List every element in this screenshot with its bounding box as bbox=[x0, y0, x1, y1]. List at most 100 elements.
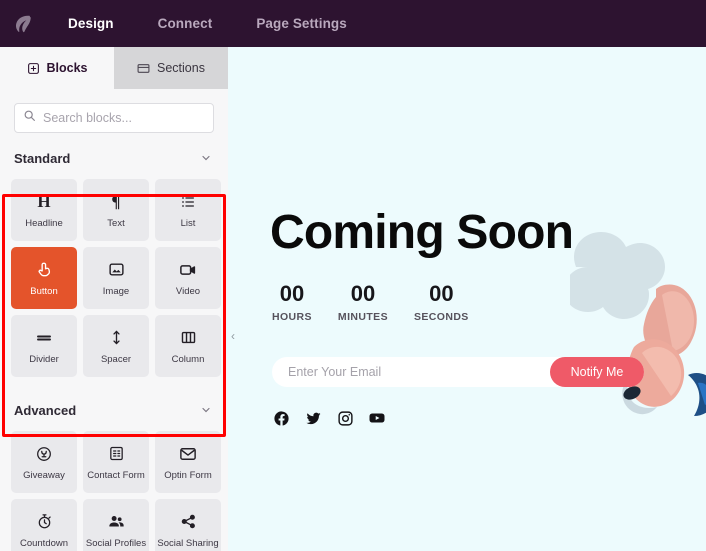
countdown-label-hours: HOURS bbox=[272, 311, 312, 323]
block-label-countdown: Countdown bbox=[19, 537, 69, 549]
block-tile-social-profiles[interactable]: Social Profiles bbox=[83, 499, 149, 551]
block-tile-contact-form[interactable]: Contact Form bbox=[83, 431, 149, 493]
columns-icon bbox=[180, 327, 197, 349]
block-label-text: Text bbox=[107, 217, 125, 229]
left-panel: Blocks Sections Search blocks... Standar… bbox=[0, 47, 228, 551]
block-tile-giveaway[interactable]: Giveaway bbox=[11, 431, 77, 493]
topnav-item-design[interactable]: Design bbox=[46, 0, 136, 47]
standard-blocks-group: Standard H Headline ¶ Text List Button I… bbox=[0, 143, 228, 377]
countdown-value-seconds: 00 bbox=[429, 281, 454, 306]
paragraph-icon: ¶ bbox=[111, 191, 121, 211]
people-icon bbox=[107, 511, 126, 533]
block-tile-headline[interactable]: H Headline bbox=[11, 179, 77, 241]
twitter-icon[interactable] bbox=[304, 409, 322, 427]
topnav-item-page-settings[interactable]: Page Settings bbox=[234, 0, 369, 47]
block-label-social-sharing: Social Sharing bbox=[157, 537, 219, 549]
clipboard-form-icon bbox=[108, 443, 125, 465]
block-label-image: Image bbox=[102, 285, 130, 297]
group-header-advanced[interactable]: Advanced bbox=[0, 395, 228, 425]
tab-sections[interactable]: Sections bbox=[114, 47, 228, 89]
block-tile-optin-form[interactable]: Optin Form bbox=[155, 431, 221, 493]
trophy-icon bbox=[35, 443, 53, 465]
page-preview-canvas: Coming Soon 00 HOURS 00 MINUTES 00 SECON… bbox=[228, 47, 706, 551]
countdown-unit-minutes: 00 MINUTES bbox=[337, 281, 388, 324]
block-label-video: Video bbox=[175, 285, 201, 297]
group-title-standard: Standard bbox=[14, 150, 71, 166]
block-tile-social-sharing[interactable]: Social Sharing bbox=[155, 499, 221, 551]
block-tile-countdown[interactable]: Countdown bbox=[11, 499, 77, 551]
pointer-hand-icon bbox=[36, 259, 53, 281]
topnav-item-connect[interactable]: Connect bbox=[136, 0, 235, 47]
chevron-down-icon[interactable] bbox=[200, 404, 212, 416]
search-input[interactable] bbox=[43, 111, 205, 125]
search-blocks-wrap bbox=[14, 103, 214, 133]
block-tile-video[interactable]: Video bbox=[155, 247, 221, 309]
countdown-label-minutes: MINUTES bbox=[337, 311, 388, 323]
panel-collapse-handle[interactable]: ‹ bbox=[226, 318, 240, 354]
optin-form: Notify Me bbox=[272, 357, 644, 387]
youtube-icon[interactable] bbox=[368, 409, 386, 427]
search-blocks-box[interactable] bbox=[14, 103, 214, 133]
list-icon bbox=[180, 191, 196, 213]
block-tile-button[interactable]: Button bbox=[11, 247, 77, 309]
block-label-social-profiles: Social Profiles bbox=[85, 537, 147, 549]
block-tile-list[interactable]: List bbox=[155, 179, 221, 241]
share-icon bbox=[180, 511, 197, 533]
chevron-down-icon[interactable] bbox=[200, 152, 212, 164]
countdown-value-minutes: 00 bbox=[350, 281, 376, 306]
block-tile-image[interactable]: Image bbox=[83, 247, 149, 309]
sections-icon bbox=[137, 62, 150, 75]
top-navigation: Design Connect Page Settings bbox=[46, 0, 369, 47]
block-label-button: Button bbox=[30, 285, 58, 297]
block-label-spacer: Spacer bbox=[100, 353, 132, 365]
block-tile-spacer[interactable]: Spacer bbox=[83, 315, 149, 377]
chevron-left-icon: ‹ bbox=[231, 329, 235, 343]
stopwatch-icon bbox=[36, 511, 53, 533]
video-camera-icon bbox=[179, 259, 197, 281]
tab-sections-label: Sections bbox=[157, 61, 205, 75]
search-icon bbox=[23, 109, 36, 127]
countdown-value-hours: 00 bbox=[279, 281, 305, 306]
tab-blocks-label: Blocks bbox=[46, 61, 88, 75]
group-title-advanced: Advanced bbox=[14, 402, 77, 418]
countdown-unit-seconds: 00 SECONDS bbox=[413, 281, 469, 324]
block-tile-text[interactable]: ¶ Text bbox=[83, 179, 149, 241]
leaf-logo-icon bbox=[12, 13, 34, 35]
panel-tabbar: Blocks Sections bbox=[0, 47, 228, 89]
block-label-contact-form: Contact Form bbox=[87, 469, 145, 481]
topnav-label-design: Design bbox=[68, 16, 114, 31]
envelope-icon bbox=[179, 443, 197, 465]
app-root: Design Connect Page Settings Blocks Sect… bbox=[0, 0, 706, 551]
block-label-list: List bbox=[180, 217, 196, 229]
headline-icon: H bbox=[37, 191, 51, 211]
advanced-blocks-grid: Giveaway Contact Form Optin Form Countdo… bbox=[0, 425, 228, 551]
group-header-standard[interactable]: Standard bbox=[0, 143, 228, 173]
block-tile-column[interactable]: Column bbox=[155, 315, 221, 377]
topnav-label-connect: Connect bbox=[157, 16, 213, 31]
block-label-optin-form: Optin Form bbox=[164, 469, 212, 481]
tab-blocks[interactable]: Blocks bbox=[0, 47, 114, 89]
countdown-timer: 00 HOURS 00 MINUTES 00 SECONDS bbox=[272, 281, 469, 324]
image-icon bbox=[108, 259, 125, 281]
block-label-divider: Divider bbox=[29, 353, 59, 365]
app-logo[interactable] bbox=[0, 0, 46, 47]
spacer-arrows-icon bbox=[108, 327, 125, 349]
facebook-icon[interactable] bbox=[272, 409, 290, 427]
standard-blocks-grid: H Headline ¶ Text List Button Image Vide… bbox=[0, 173, 228, 377]
panel-body: Standard H Headline bbox=[0, 103, 228, 551]
divider-icon bbox=[35, 327, 53, 349]
block-tile-divider[interactable]: Divider bbox=[11, 315, 77, 377]
blocks-icon bbox=[27, 62, 40, 75]
block-label-column: Column bbox=[171, 353, 205, 365]
notify-me-button[interactable]: Notify Me bbox=[550, 357, 644, 387]
hero-illustration bbox=[564, 197, 706, 457]
advanced-blocks-group: Advanced Giveaway Contact Form Optin For… bbox=[0, 395, 228, 551]
block-label-giveaway: Giveaway bbox=[23, 469, 65, 481]
topnav-label-page-settings: Page Settings bbox=[256, 16, 347, 31]
top-bar: Design Connect Page Settings bbox=[0, 0, 706, 47]
social-profiles-row bbox=[272, 409, 386, 427]
countdown-label-seconds: SECONDS bbox=[413, 311, 469, 323]
block-label-headline: Headline bbox=[25, 217, 63, 229]
hero-heading: Coming Soon bbox=[270, 206, 574, 259]
instagram-icon[interactable] bbox=[336, 409, 354, 427]
